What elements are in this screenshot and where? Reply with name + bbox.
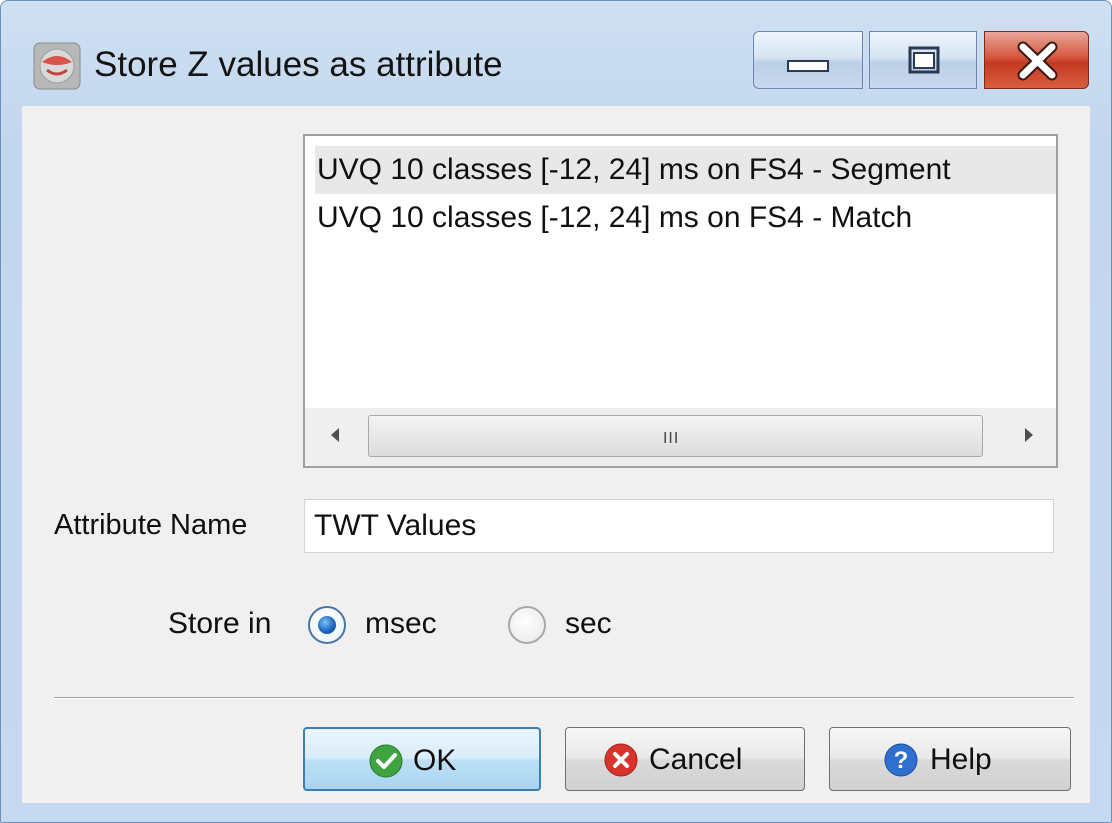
ok-button[interactable]: OK	[303, 727, 541, 791]
sec-radio[interactable]	[508, 606, 546, 644]
horizontal-scrollbar[interactable]: III	[305, 408, 1056, 466]
attribute-name-input[interactable]	[304, 499, 1054, 553]
help-question-icon: ?	[884, 743, 918, 777]
minimize-icon	[787, 60, 829, 72]
help-button[interactable]: ? Help	[829, 727, 1071, 791]
radio-selected-dot	[318, 616, 336, 634]
dialog-window: Store Z values as attribute UVQ 10 class…	[0, 0, 1112, 823]
maximize-button[interactable]	[869, 31, 977, 89]
store-in-label: Store in	[168, 607, 272, 640]
close-icon	[1017, 41, 1058, 81]
cancel-x-icon	[604, 743, 638, 777]
cancel-label: Cancel	[649, 743, 743, 776]
help-label: Help	[930, 743, 992, 776]
msec-radio[interactable]	[308, 606, 346, 644]
check-icon	[369, 744, 403, 778]
surface-listbox[interactable]: UVQ 10 classes [-12, 24] ms on FS4 - Seg…	[303, 134, 1058, 468]
scrollbar-thumb[interactable]: III	[368, 415, 983, 457]
scrollbar-grip: III	[663, 429, 680, 447]
list-item[interactable]: UVQ 10 classes [-12, 24] ms on FS4 - Seg…	[315, 146, 1056, 194]
separator	[54, 697, 1074, 699]
cancel-button[interactable]: Cancel	[565, 727, 805, 791]
scroll-left-arrow-icon[interactable]	[331, 428, 339, 442]
maximize-icon	[908, 46, 940, 74]
close-button[interactable]	[984, 31, 1089, 89]
svg-text:?: ?	[894, 747, 909, 774]
ok-label: OK	[413, 744, 457, 777]
sphere-app-icon	[33, 42, 81, 90]
dialog-content: UVQ 10 classes [-12, 24] ms on FS4 - Seg…	[22, 106, 1090, 803]
msec-radio-label[interactable]: msec	[365, 607, 437, 641]
sec-radio-label[interactable]: sec	[565, 607, 612, 641]
scroll-right-arrow-icon[interactable]	[1025, 428, 1033, 442]
list-item[interactable]: UVQ 10 classes [-12, 24] ms on FS4 - Mat…	[315, 194, 1056, 242]
window-title: Store Z values as attribute	[94, 45, 503, 84]
minimize-button[interactable]	[753, 31, 863, 89]
attribute-name-label: Attribute Name	[54, 509, 248, 541]
title-bar[interactable]: Store Z values as attribute	[1, 1, 1111, 106]
